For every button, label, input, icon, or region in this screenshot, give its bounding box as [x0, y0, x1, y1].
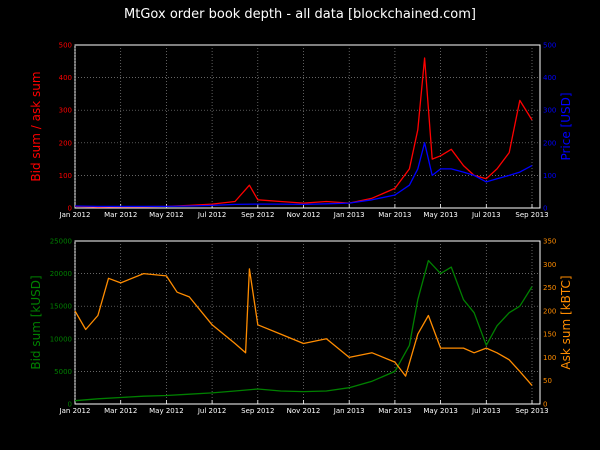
y-right-tick-label: 100 [543, 172, 556, 180]
y-left-tick-label: 400 [59, 74, 72, 82]
x-tick-label: Mar 2012 [104, 211, 137, 219]
x-tick-label: Jan 2013 [333, 211, 365, 219]
y-right-tick-label: 400 [543, 74, 556, 82]
y-left-tick-label: 0 [68, 205, 72, 213]
y-left-tick-label: 200 [59, 139, 72, 147]
y-right-tick-label: 0 [543, 401, 547, 409]
x-tick-label: Jul 2012 [197, 211, 227, 219]
y-left-axis-label: Bid sum [kUSD] [29, 275, 43, 369]
y-left-tick-label: 25000 [50, 238, 72, 246]
x-tick-label: Mar 2013 [378, 407, 411, 415]
y-right-axis-label: Ask sum [kBTC] [559, 275, 573, 369]
chart-title: MtGox order book depth - all data [block… [124, 7, 476, 22]
x-tick-label: Sep 2012 [241, 211, 274, 219]
y-left-tick-label: 500 [59, 42, 72, 50]
y-left-tick-label: 100 [59, 172, 72, 180]
y-left-axis-label: Bid sum / ask sum [29, 71, 43, 181]
y-right-tick-label: 0 [543, 205, 547, 213]
chart-figure: MtGox order book depth - all data [block… [29, 7, 573, 416]
y-right-tick-label: 500 [543, 42, 556, 50]
x-tick-label: Jan 2013 [333, 407, 365, 415]
y-left-tick-label: 10000 [50, 335, 72, 343]
panel-1: Jan 2012 Mar 2012 May 2012 Jul 2012 Sep 2012… [29, 42, 573, 220]
x-tick-label: Sep 2012 [241, 407, 274, 415]
y-left-tick-label: 0 [68, 401, 72, 409]
x-tick-label: Jul 2013 [471, 407, 501, 415]
y-right-tick-label: 350 [543, 238, 556, 246]
x-tick-label: Jan 2012 [59, 407, 91, 415]
y-right-tick-label: 150 [543, 331, 556, 339]
y-left-tick-label: 20000 [50, 270, 72, 278]
x-tick-label: Nov 2012 [287, 407, 321, 415]
plot-area [74, 240, 541, 405]
y-left-tick-label: 300 [59, 107, 72, 115]
y-left-tick-label: 5000 [54, 368, 72, 376]
panel-2: Jan 2012 Mar 2012 May 2012 Jul 2012 Sep 2012… [29, 238, 573, 416]
x-tick-label: Jul 2013 [471, 211, 501, 219]
y-left-tick-label: 15000 [50, 303, 72, 311]
y-right-tick-label: 50 [543, 377, 552, 385]
x-tick-label: May 2012 [149, 407, 184, 415]
x-tick-label: Jan 2012 [59, 211, 91, 219]
y-right-tick-label: 200 [543, 307, 556, 315]
x-tick-label: Mar 2012 [104, 407, 137, 415]
y-right-tick-label: 300 [543, 261, 556, 269]
plot-area [74, 44, 541, 209]
y-right-tick-label: 100 [543, 354, 556, 362]
x-tick-label: May 2013 [423, 407, 458, 415]
x-tick-label: Jul 2012 [197, 407, 227, 415]
x-tick-label: May 2012 [149, 211, 184, 219]
x-tick-label: Mar 2013 [378, 211, 411, 219]
y-right-tick-label: 200 [543, 139, 556, 147]
x-tick-label: May 2013 [423, 211, 458, 219]
y-right-axis-label: Price [USD] [559, 92, 573, 160]
y-right-tick-label: 250 [543, 284, 556, 292]
y-right-tick-label: 300 [543, 107, 556, 115]
x-tick-label: Nov 2012 [287, 211, 321, 219]
